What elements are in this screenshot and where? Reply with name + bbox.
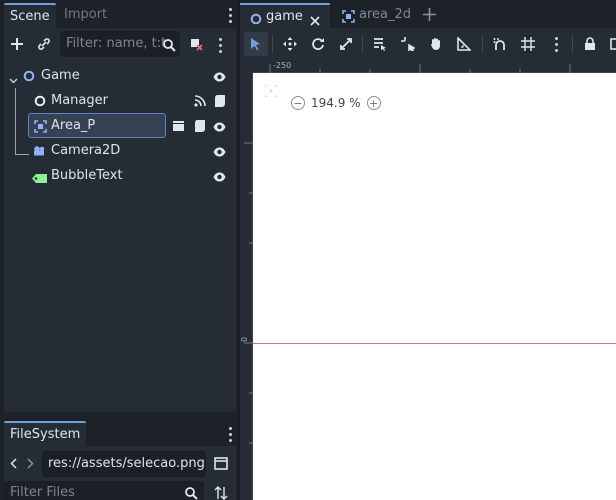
visibility-eye-icon[interactable] bbox=[213, 171, 226, 182]
tab-filesystem[interactable]: FileSystem bbox=[4, 421, 87, 446]
chevron-right-icon[interactable] bbox=[27, 458, 34, 473]
tab-area-2d[interactable]: area_2d bbox=[340, 3, 420, 28]
path-field[interactable]: res://assets/selecao.png bbox=[42, 451, 206, 477]
list-select-icon[interactable] bbox=[368, 32, 392, 56]
scale-icon[interactable] bbox=[334, 32, 358, 56]
ruler-left: 0 bbox=[240, 73, 253, 500]
zoom-control: − 194.9 % + bbox=[291, 93, 381, 113]
area2d-icon bbox=[34, 120, 48, 134]
canvas-area[interactable]: − 194.9 % + bbox=[253, 73, 616, 500]
grid-snap-icon[interactable] bbox=[516, 32, 540, 56]
script-remove-icon[interactable] bbox=[186, 34, 206, 54]
more-icon[interactable] bbox=[544, 32, 568, 56]
camera-icon bbox=[32, 145, 46, 159]
instance-link-icon[interactable] bbox=[34, 34, 54, 54]
script-icon[interactable] bbox=[194, 119, 206, 137]
toolbar-separator bbox=[482, 35, 483, 53]
tab-import[interactable]: Import bbox=[58, 3, 113, 28]
zoom-out-icon[interactable]: − bbox=[291, 96, 305, 110]
scene-toolbar: Filter: name, t:t bbox=[4, 28, 236, 60]
search-icon bbox=[162, 36, 176, 57]
tab-game-label: game bbox=[266, 9, 303, 24]
dock-menu-icon[interactable] bbox=[228, 427, 232, 442]
ruler-ticks bbox=[269, 64, 571, 73]
scene-filter-input[interactable]: Filter: name, t:t bbox=[60, 31, 180, 57]
toggle-split-icon[interactable] bbox=[214, 457, 228, 474]
scene-options-icon[interactable] bbox=[218, 38, 222, 53]
tab-area-2d-label: area_2d bbox=[359, 7, 412, 22]
visibility-eye-icon[interactable] bbox=[213, 121, 226, 132]
ruler-top-label: -250 bbox=[273, 61, 292, 70]
toolbar-separator bbox=[362, 35, 363, 53]
tree-row-game[interactable]: Game bbox=[4, 64, 236, 89]
x-axis-line bbox=[253, 343, 616, 344]
tree-item-label: Area_P bbox=[51, 118, 96, 133]
tree-item-label: BubbleText bbox=[51, 168, 123, 183]
scene-panel-body: Filter: name, t:t Game Manager Area_P Ca… bbox=[4, 28, 236, 412]
select-icon[interactable] bbox=[244, 32, 268, 56]
main-editor: game area_2d -250 0 − 194.9 % + bbox=[240, 0, 616, 500]
sort-icon[interactable] bbox=[214, 486, 228, 500]
toolbar-separator bbox=[572, 35, 573, 53]
scene-dock-tabs: Scene Import bbox=[4, 0, 236, 28]
tree-row-manager[interactable]: Manager bbox=[4, 89, 236, 114]
signal-icon[interactable] bbox=[194, 95, 206, 111]
ruler-icon[interactable] bbox=[452, 32, 476, 56]
rotate-icon[interactable] bbox=[306, 32, 330, 56]
tab-game[interactable]: game bbox=[240, 3, 330, 28]
zoom-in-icon[interactable]: + bbox=[366, 96, 381, 110]
viewport-toolbar bbox=[240, 28, 616, 60]
chevron-left-icon[interactable] bbox=[10, 458, 17, 473]
snap-icon[interactable] bbox=[488, 32, 512, 56]
selection-highlight bbox=[28, 113, 166, 138]
ruler-top: -250 bbox=[253, 60, 616, 73]
zoom-value[interactable]: 194.9 % bbox=[311, 96, 361, 110]
plus-icon[interactable] bbox=[423, 8, 436, 25]
visibility-eye-icon[interactable] bbox=[213, 71, 226, 82]
node2d-circle-icon bbox=[23, 70, 37, 84]
ruler-ticks bbox=[244, 142, 253, 444]
toolbar-separator bbox=[272, 35, 273, 53]
filesystem-panel: FileSystem res://assets/selecao.png Filt… bbox=[4, 420, 236, 500]
tab-scene[interactable]: Scene bbox=[4, 3, 56, 28]
node-circle-icon bbox=[34, 95, 48, 109]
pan-icon[interactable] bbox=[424, 32, 448, 56]
center-view-icon[interactable] bbox=[264, 84, 278, 101]
scene-filter-placeholder: Filter: name, t:t bbox=[66, 36, 167, 51]
visibility-eye-icon[interactable] bbox=[213, 146, 226, 157]
dock-menu-icon[interactable] bbox=[228, 8, 232, 23]
add-node-icon[interactable] bbox=[7, 34, 27, 54]
tree-item-label: Game bbox=[41, 68, 80, 83]
lock-icon[interactable] bbox=[578, 32, 602, 56]
move-icon[interactable] bbox=[278, 32, 302, 56]
tree-row-camera2d[interactable]: Camera2D bbox=[4, 139, 236, 164]
tree-item-label: Camera2D bbox=[51, 143, 121, 158]
clapper-icon[interactable] bbox=[172, 120, 185, 136]
pivot-icon[interactable] bbox=[396, 32, 420, 56]
group-icon[interactable] bbox=[604, 32, 616, 56]
filter-files-placeholder: Filter Files bbox=[10, 485, 75, 500]
label-icon bbox=[32, 172, 47, 186]
search-icon bbox=[184, 485, 198, 500]
filesystem-body: res://assets/selecao.png Filter Files bbox=[4, 446, 236, 500]
chevron-down-icon[interactable] bbox=[9, 73, 18, 88]
tree-row-area-p[interactable]: Area_P bbox=[4, 113, 236, 139]
ruler-corner bbox=[240, 60, 253, 73]
ruler-left-label: 0 bbox=[240, 336, 250, 343]
viewport[interactable]: -250 0 − 194.9 % + bbox=[240, 60, 616, 500]
tree-item-label: Manager bbox=[51, 93, 108, 108]
filter-files-input[interactable]: Filter Files bbox=[4, 481, 204, 500]
left-dock: Scene Import Filter: name, t:t Game Mana… bbox=[0, 0, 238, 500]
tree-row-bubbletext[interactable]: BubbleText bbox=[4, 164, 236, 189]
script-icon[interactable] bbox=[214, 94, 226, 112]
scene-panel: Scene Import Filter: name, t:t Game Mana… bbox=[4, 0, 236, 412]
